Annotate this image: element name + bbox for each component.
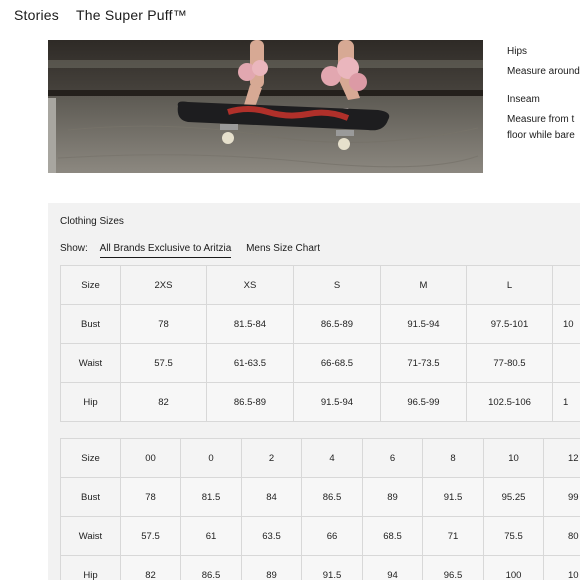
- row-label-waist: Waist: [60, 516, 121, 556]
- table-cell: 84: [241, 477, 302, 517]
- table-cell: 81.5: [180, 477, 242, 517]
- table-cell: M: [380, 265, 467, 305]
- row-label-hip: Hip: [60, 382, 121, 422]
- measure-hips-desc: Measure around: [507, 66, 580, 77]
- table-cell: 6: [362, 438, 423, 478]
- panel-title: Clothing Sizes: [60, 216, 124, 227]
- table-cell: 91.5: [301, 555, 363, 580]
- row-label-waist: Waist: [60, 343, 121, 383]
- table-cell: 89: [241, 555, 302, 580]
- measurement-guide: Hips Measure around Inseam Measure from …: [507, 46, 580, 158]
- nav-link-super-puff[interactable]: The Super Puff™: [76, 7, 187, 23]
- table-cell: L: [466, 265, 553, 305]
- table-cell: 61-63.5: [206, 343, 294, 383]
- table-cell: 57.5: [120, 343, 207, 383]
- table-cell: 71: [422, 516, 484, 556]
- row-label-hip: Hip: [60, 555, 121, 580]
- table-cell: 91.5-94: [380, 304, 467, 344]
- table-cell: 75.5: [483, 516, 544, 556]
- table-cell: [552, 265, 580, 305]
- tab-all-brands[interactable]: All Brands Exclusive to Aritzia: [99, 243, 232, 258]
- row-label-size: Size: [60, 265, 121, 305]
- table-cell: 10: [543, 555, 580, 580]
- row-label-bust: Bust: [60, 477, 121, 517]
- tab-mens-size-chart[interactable]: Mens Size Chart: [246, 243, 320, 254]
- hero-image-skateboard: [48, 40, 483, 173]
- table-cell: 99: [543, 477, 580, 517]
- table-row: Bust 78 81.5 84 86.5 89 91.5 95.25 99: [60, 477, 580, 517]
- table-cell: 68.5: [362, 516, 423, 556]
- table-cell: 86.5-89: [293, 304, 381, 344]
- table-cell: 10: [552, 304, 580, 344]
- table-cell: 91.5: [422, 477, 484, 517]
- table-cell: 100: [483, 555, 544, 580]
- table-cell: 78: [120, 477, 181, 517]
- table-cell: 1: [552, 382, 580, 422]
- size-table-alpha: Size 2XS XS S M L Bust 78 81.5-84 86.5-8…: [60, 265, 580, 422]
- table-row: Waist 57.5 61 63.5 66 68.5 71 75.5 80: [60, 516, 580, 556]
- table-cell: S: [293, 265, 381, 305]
- table-cell: [552, 343, 580, 383]
- table-row: Hip 82 86.5-89 91.5-94 96.5-99 102.5-106…: [60, 382, 580, 422]
- table-cell: 89: [362, 477, 423, 517]
- table-row: Hip 82 86.5 89 91.5 94 96.5 100 10: [60, 555, 580, 580]
- table-cell: 4: [301, 438, 363, 478]
- table-cell: 63.5: [241, 516, 302, 556]
- table-cell: 77-80.5: [466, 343, 553, 383]
- table-cell: 96.5: [422, 555, 484, 580]
- show-label: Show:: [60, 243, 88, 254]
- row-label-size: Size: [60, 438, 121, 478]
- table-cell: 8: [422, 438, 484, 478]
- nav-link-stories[interactable]: Stories: [14, 7, 59, 23]
- size-table-numeric: Size 00 0 2 4 6 8 10 12 Bust 78 81.5 84 …: [60, 438, 580, 580]
- table-cell: 95.25: [483, 477, 544, 517]
- table-cell: 57.5: [120, 516, 181, 556]
- table-cell: 66: [301, 516, 363, 556]
- table-cell: 12: [543, 438, 580, 478]
- table-cell: 2XS: [120, 265, 207, 305]
- table-cell: 86.5-89: [206, 382, 294, 422]
- table-cell: 96.5-99: [380, 382, 467, 422]
- show-filter: Show: All Brands Exclusive to Aritzia Me…: [60, 243, 320, 258]
- table-cell: 00: [120, 438, 181, 478]
- table-cell: 80: [543, 516, 580, 556]
- table-cell: 61: [180, 516, 242, 556]
- table-cell: 0: [180, 438, 242, 478]
- row-label-bust: Bust: [60, 304, 121, 344]
- table-cell: 86.5: [301, 477, 363, 517]
- table-cell: 10: [483, 438, 544, 478]
- table-row: Waist 57.5 61-63.5 66-68.5 71-73.5 77-80…: [60, 343, 580, 383]
- table-cell: 97.5-101: [466, 304, 553, 344]
- table-cell: 82: [120, 555, 181, 580]
- measure-hips-label: Hips: [507, 46, 528, 57]
- measure-inseam-label: Inseam: [507, 94, 540, 105]
- table-cell: 66-68.5: [293, 343, 381, 383]
- table-cell: 81.5-84: [206, 304, 294, 344]
- table-row: Size 00 0 2 4 6 8 10 12: [60, 438, 580, 478]
- measure-inseam-desc-2: floor while bare: [507, 130, 575, 141]
- table-cell: 91.5-94: [293, 382, 381, 422]
- size-chart-panel: Clothing Sizes Show: All Brands Exclusiv…: [48, 203, 580, 580]
- table-cell: 94: [362, 555, 423, 580]
- table-cell: 102.5-106: [466, 382, 553, 422]
- table-cell: 82: [120, 382, 207, 422]
- table-cell: 78: [120, 304, 207, 344]
- table-cell: XS: [206, 265, 294, 305]
- hero-image-illustration: [48, 40, 483, 173]
- table-cell: 2: [241, 438, 302, 478]
- top-nav: Stories The Super Puff™: [0, 0, 580, 34]
- measure-inseam-desc-1: Measure from t: [507, 114, 575, 125]
- table-row: Size 2XS XS S M L: [60, 265, 580, 305]
- table-row: Bust 78 81.5-84 86.5-89 91.5-94 97.5-101…: [60, 304, 580, 344]
- table-cell: 71-73.5: [380, 343, 467, 383]
- table-cell: 86.5: [180, 555, 242, 580]
